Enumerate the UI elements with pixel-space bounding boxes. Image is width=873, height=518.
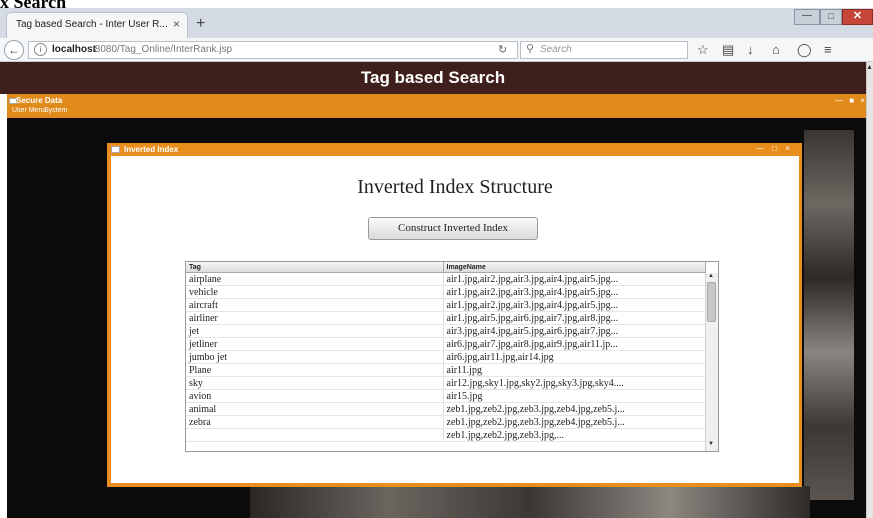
home-icon[interactable]: ⌂	[772, 42, 780, 57]
page-title: Tag based Search	[360, 68, 506, 87]
cell-tag: jumbo jet	[186, 350, 444, 364]
dialog-title: Inverted Index	[124, 145, 179, 154]
table-row[interactable]: zebra zeb1.jpg,zeb2.jpg,zeb3.jpg,zeb4.jpg…	[186, 415, 706, 429]
table-row[interactable]: animal zeb1.jpg,zeb2.jpg,zeb3.jpg,zeb4.jp…	[186, 402, 706, 416]
table-row[interactable]: jumbo jet air6.jpg,air11.jpg,air14.jpg	[186, 350, 706, 364]
cell-imagename: air11.jpg	[443, 363, 706, 377]
inverted-index-table: Tag ImageName airplane air1.jpg,air2.jpg,…	[185, 261, 719, 452]
cell-imagename: air1.jpg,air5.jpg,air6.jpg,air7.jpg,air8…	[443, 311, 706, 325]
column-header-tag[interactable]: Tag	[186, 262, 444, 273]
tab-title: Tag based Search - Inter User R...	[16, 19, 168, 30]
scroll-up-icon[interactable]: ▲	[866, 64, 873, 71]
app-title: Secure Data	[16, 96, 63, 105]
page-scrollbar[interactable]	[866, 62, 873, 518]
window-close-button[interactable]: ✕	[842, 9, 873, 25]
background-image-right	[804, 130, 854, 500]
browser-tab[interactable]: Tag based Search - Inter User R... ×	[6, 12, 188, 38]
menu-item-user-menu[interactable]: User Menu	[12, 107, 46, 114]
back-arrow-icon[interactable]: ←	[4, 40, 24, 60]
cell-tag: airplane	[186, 272, 444, 286]
cell-imagename: air3.jpg,air4.jpg,air5.jpg,air6.jpg,air7…	[443, 324, 706, 338]
table-row[interactable]: zeb1.jpg,zeb2.jpg,zeb3.jpg,...	[186, 428, 706, 442]
cell-imagename: air12.jpg,sky1.jpg,sky2.jpg,sky3.jpg,sky…	[443, 376, 706, 390]
cell-imagename: air15.jpg	[443, 389, 706, 403]
cell-tag	[186, 428, 444, 442]
app-title-bar	[7, 94, 866, 118]
table-row[interactable]: avion air15.jpg	[186, 389, 706, 403]
cell-tag: zebra	[186, 415, 444, 429]
download-icon[interactable]: ↓	[747, 42, 754, 57]
app-window-controls[interactable]: — ■ ×	[835, 96, 867, 105]
cell-tag: Plane	[186, 363, 444, 377]
table-row[interactable]: aircraft air1.jpg,air2.jpg,air3.jpg,air4.…	[186, 298, 706, 312]
cell-imagename: air1.jpg,air2.jpg,air3.jpg,air4.jpg,air5…	[443, 298, 706, 312]
table-header-row: Tag ImageName	[186, 262, 706, 273]
table-row[interactable]: sky air12.jpg,sky1.jpg,sky2.jpg,sky3.jpg,…	[186, 376, 706, 390]
menu-item-system[interactable]: System	[44, 107, 67, 114]
cell-tag: vehicle	[186, 285, 444, 299]
info-icon[interactable]: i	[34, 43, 47, 56]
cell-tag: sky	[186, 376, 444, 390]
cell-tag: jet	[186, 324, 444, 338]
cell-tag: animal	[186, 402, 444, 416]
background-image-bottom	[250, 486, 810, 518]
search-placeholder: Search	[540, 44, 572, 55]
cell-imagename: air6.jpg,air11.jpg,air14.jpg	[443, 350, 706, 364]
table-row[interactable]: vehicle air1.jpg,air2.jpg,air3.jpg,air4.j…	[186, 285, 706, 299]
dialog-heading: Inverted Index Structure	[357, 176, 553, 198]
dialog-window-controls[interactable]: — □ ×	[756, 144, 793, 153]
table-scroll-up-icon[interactable]: ▲	[708, 273, 714, 279]
table-scroll-down-icon[interactable]: ▼	[708, 441, 714, 447]
cell-imagename: air1.jpg,air2.jpg,air3.jpg,air4.jpg,air5…	[443, 285, 706, 299]
search-icon: ⚲	[526, 43, 535, 55]
pocket-icon[interactable]: ◯	[797, 42, 812, 58]
table-row[interactable]: airplane air1.jpg,air2.jpg,air3.jpg,air4.…	[186, 272, 706, 286]
table-scrollbar-thumb[interactable]	[707, 282, 716, 322]
table-row[interactable]: Plane air11.jpg	[186, 363, 706, 377]
table-row[interactable]: jetliner air6.jpg,air7.jpg,air8.jpg,air9.…	[186, 337, 706, 351]
reader-icon[interactable]: ▤	[722, 42, 734, 58]
cell-tag: jetliner	[186, 337, 444, 351]
new-tab-icon[interactable]: +	[196, 15, 205, 33]
window-minimize-button[interactable]: —	[794, 9, 820, 25]
cell-imagename: air1.jpg,air2.jpg,air3.jpg,air4.jpg,air5…	[443, 272, 706, 286]
tab-close-icon[interactable]: ×	[173, 17, 180, 31]
url-path: :8080/Tag_Online/InterRank.jsp	[92, 44, 233, 55]
cell-imagename: zeb1.jpg,zeb2.jpg,zeb3.jpg,zeb4.jpg,zeb5…	[443, 402, 706, 416]
reload-icon[interactable]: ↻	[498, 43, 507, 56]
window-maximize-button[interactable]: □	[820, 9, 842, 25]
cell-imagename: air6.jpg,air7.jpg,air8.jpg,air9.jpg,air1…	[443, 337, 706, 351]
cell-imagename: zeb1.jpg,zeb2.jpg,zeb3.jpg,...	[443, 428, 706, 442]
dialog-window-icon	[111, 146, 120, 153]
menu-icon[interactable]: ≡	[824, 42, 832, 57]
cell-tag: aircraft	[186, 298, 444, 312]
table-row[interactable]: jet air3.jpg,air4.jpg,air5.jpg,air6.jpg,a…	[186, 324, 706, 338]
table-row[interactable]: airliner air1.jpg,air5.jpg,air6.jpg,air7.…	[186, 311, 706, 325]
bookmark-star-icon[interactable]: ☆	[697, 42, 709, 58]
cell-tag: airliner	[186, 311, 444, 325]
cell-imagename: zeb1.jpg,zeb2.jpg,zeb3.jpg,zeb4.jpg,zeb5…	[443, 415, 706, 429]
cell-tag: avion	[186, 389, 444, 403]
column-header-imagename[interactable]: ImageName	[443, 262, 706, 273]
url-host: localhost	[52, 44, 96, 55]
construct-inverted-index-button[interactable]: Construct Inverted Index	[368, 217, 538, 240]
